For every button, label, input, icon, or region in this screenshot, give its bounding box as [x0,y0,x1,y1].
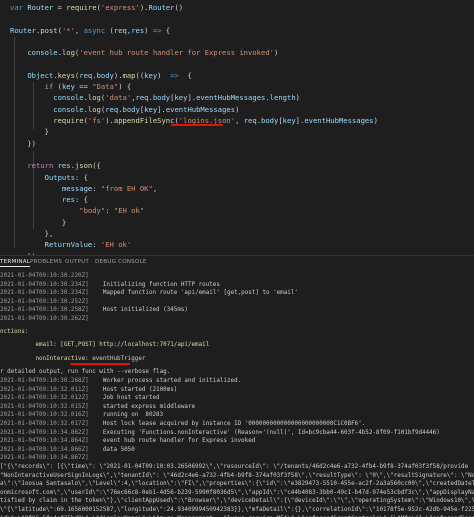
code-line: "body": "EH ok" [79,206,145,216]
tab-output[interactable]: OUTPUT [65,259,89,265]
code-line: console.log('event hub route handler for… [27,48,279,58]
functions-header: nctions: [0,328,29,335]
log-line: 2021-01-04T09:10:30.220Z] [0,273,89,279]
code-line: console.log('data',req.body[key].eventHu… [53,93,300,103]
tab-terminal[interactable]: TERMINAL [0,259,31,267]
json-output-line: onmicrosoft.com\",\"userId\":\"76ec66c8-… [0,489,474,496]
code-line: Router.post('*', async (req,res) => { [10,25,171,35]
code-line: }, [10,229,54,238]
function-email: email: [GET,POST] http://localhost:7071/… [35,342,210,349]
code-line: if (key == "Data") { [44,82,132,92]
log-line: 2021-01-04T09:10:34.864Z] event hub rout… [0,438,256,445]
log-line: 2021-01-04T09:10:32.011Z] Host started (… [0,386,178,393]
json-output-line: \"{\"latitude\":60.1656000152587,\"longi… [0,507,474,513]
verbose-hint: r detailed output, run func with --verbo… [0,369,171,376]
code-line: console.log(req.body[key].eventHubMessag… [53,104,240,114]
log-line: 2021-01-04T09:10:32.017Z] Host lock leas… [0,421,366,427]
annotation-underline [70,362,130,365]
code-editor[interactable]: var Router = require('express').Router()… [0,0,474,306]
tab-debug-console[interactable]: DEBUG CONSOLE [95,259,147,265]
log-line: 2021-01-04T09:10:34.866Z] data 5050 [0,446,135,453]
code-line: res: { [61,195,88,205]
json-output-line: tisfied by claim in the token\"},\"clien… [0,498,474,505]
log-line: 2021-01-04T09:10:30.258Z] Host initializ… [0,307,188,314]
tab-problems[interactable]: PROBLEMS [30,259,62,265]
code-line: Outputs: { [44,172,88,182]
json-output-line: "NonInteractiveUserSignInLogs\",\"tenant… [0,472,474,479]
log-line: 2021-01-04T09:10:32.012Z] Job host start… [0,395,160,402]
code-line: }) [10,138,36,148]
code-line: Object.keys(req.body).map((key) => { [27,70,192,80]
json-output-line: ["{\"records\": [{\"time\": \"2021-01-04… [0,464,469,470]
log-line: 2021-01-04T09:10:30.262Z] [0,316,89,322]
panel-tabs: TERMINAL PROBLEMS OUTPUT DEBUG CONSOLE [0,255,474,270]
code-line: } [10,127,49,137]
code-line: } [10,217,67,227]
code-line: message: "from EH OK", [61,183,158,193]
terminal-panel[interactable]: 2021-01-04T09:10:30.220Z] 2021-01-04T09:… [0,270,474,517]
log-line: 2021-01-04T09:10:30.268Z] Worker process… [0,378,242,384]
log-line: 2021-01-04T09:10:30.234Z] Initializing f… [0,281,220,288]
log-line: 2021-01-04T09:10:34.867Z] [0,455,89,462]
code-line: var Router = require('express').Router() [10,3,184,12]
annotation-underline [171,124,223,126]
code-line: ReturnValue: 'EH ok' [44,240,132,250]
log-line: 2021-01-04T09:10:30.234Z] Mapped functio… [0,290,298,297]
log-line: 2021-01-04T09:10:32.016Z] running on 802… [0,412,164,419]
code-line: return res.json({ [27,161,101,171]
json-output-line: a\":\"Joosua Santasalo\",\"Level\":4,\"l… [0,481,474,488]
log-line: 2021-01-04T09:10:34.862Z] Executing 'Fun… [0,429,440,436]
log-line: 2021-01-04T09:10:32.015Z] started expres… [0,403,196,410]
log-line: 2021-01-04T09:10:30.252Z] [0,298,89,305]
